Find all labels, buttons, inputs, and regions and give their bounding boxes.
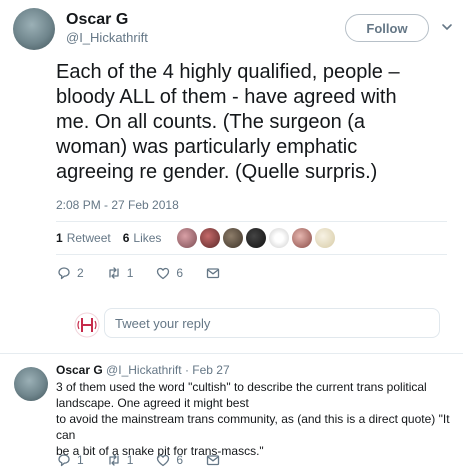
reply-actions: 1 1 6 xyxy=(56,452,248,468)
reply-button[interactable]: 2 xyxy=(56,265,84,281)
dm-button[interactable] xyxy=(205,452,226,468)
reply-count: 1 xyxy=(77,453,84,467)
retweet-icon xyxy=(109,454,119,466)
reply-date[interactable]: · Feb 27 xyxy=(185,363,230,377)
reply-icon xyxy=(58,454,70,467)
liker-avatar[interactable] xyxy=(177,228,198,248)
liker-avatar[interactable] xyxy=(269,228,290,248)
reply-count: 2 xyxy=(77,266,84,280)
retweet-action-count: 1 xyxy=(126,266,134,280)
user-logo-icon xyxy=(74,312,100,338)
likes-count[interactable]: 6 xyxy=(123,231,130,245)
retweet-label[interactable]: Retweet xyxy=(67,231,111,245)
engagement-stats: 1 Retweet 6 Likes xyxy=(56,226,336,250)
reply-text: 3 of them used the word "cultish" to des… xyxy=(56,380,450,458)
retweet-count: 1 xyxy=(126,453,134,467)
follow-button[interactable]: Follow xyxy=(345,14,429,42)
retweet-button[interactable]: 1 xyxy=(106,265,134,281)
tweet-actions: 2 1 6 xyxy=(56,265,248,281)
divider xyxy=(56,254,447,255)
heart-icon xyxy=(157,267,170,280)
like-button[interactable]: 6 xyxy=(155,452,183,468)
liker-avatar[interactable] xyxy=(246,228,267,248)
reply-button[interactable]: 1 xyxy=(56,452,84,468)
reply-icon xyxy=(58,267,70,280)
liker-avatar[interactable] xyxy=(223,228,244,248)
envelope-icon xyxy=(206,455,220,466)
reply-input[interactable] xyxy=(104,308,440,338)
liker-avatar[interactable] xyxy=(200,228,221,248)
like-action-count: 6 xyxy=(176,266,184,280)
retweet-count[interactable]: 1 xyxy=(56,231,63,245)
author-handle[interactable]: @I_Hickathrift xyxy=(66,30,148,45)
divider xyxy=(56,221,447,222)
author-name[interactable]: Oscar G xyxy=(66,11,128,29)
like-button[interactable]: 6 xyxy=(155,265,183,281)
author-avatar[interactable] xyxy=(13,8,55,50)
tweet-timestamp[interactable]: 2:08 PM - 27 Feb 2018 xyxy=(56,198,179,212)
reply-author-avatar[interactable] xyxy=(14,367,48,401)
reply-header: Oscar G @I_Hickathrift · Feb 27 xyxy=(56,363,230,377)
tweet-text: Each of the 4 highly qualified, people –… xyxy=(56,61,400,183)
likes-label[interactable]: Likes xyxy=(133,231,161,245)
like-count: 6 xyxy=(176,453,184,467)
heart-icon xyxy=(157,454,170,467)
liker-avatar[interactable] xyxy=(315,228,336,248)
envelope-icon xyxy=(206,268,220,279)
chevron-down-icon[interactable] xyxy=(441,20,453,32)
section-divider xyxy=(0,353,463,354)
retweet-icon xyxy=(109,267,119,279)
retweet-button[interactable]: 1 xyxy=(106,452,134,468)
dm-button[interactable] xyxy=(205,265,226,281)
reply-author-name[interactable]: Oscar G xyxy=(56,363,103,377)
liker-avatar[interactable] xyxy=(292,228,313,248)
reply-author-handle[interactable]: @I_Hickathrift xyxy=(106,363,182,377)
likers-avatars xyxy=(177,228,336,248)
